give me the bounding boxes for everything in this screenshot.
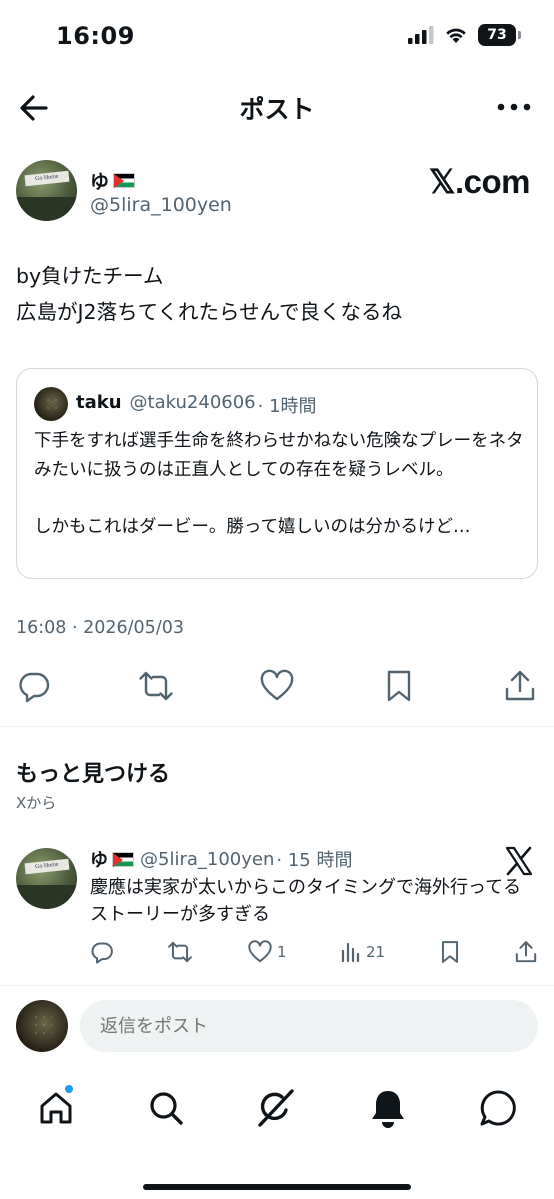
- tab-messages[interactable]: [476, 1086, 520, 1130]
- reply-button[interactable]: [16, 668, 52, 704]
- reply-button[interactable]: [90, 938, 114, 966]
- palestine-flag-icon: [113, 173, 136, 188]
- post-actions: [16, 664, 538, 708]
- page-title: ポスト: [239, 95, 315, 124]
- tab-notifications[interactable]: [366, 1086, 410, 1130]
- post-text: by負けたチーム 広島がJ2落ちてくれたらせんで良くなるね: [16, 258, 538, 330]
- recommended-post[interactable]: Go Home ゆ @5lira_100yen · 15 時間 慶應は実家が太い…: [16, 842, 538, 972]
- repost-icon: [168, 941, 193, 963]
- avatar[interactable]: Go Home: [16, 848, 77, 909]
- share-button[interactable]: [514, 938, 538, 966]
- repost-button[interactable]: [138, 668, 174, 704]
- discover-subtitle: Xから: [16, 794, 57, 812]
- recommended-actions: 1 21: [90, 938, 538, 966]
- recommended-text: 慶應は実家が太いからこのタイミングで海外行ってるストーリーが多すぎる: [90, 877, 522, 925]
- notification-dot: [64, 1084, 74, 1094]
- quote-text: 下手をすれば選手生命を終わらせかねない危険なプレーをネタみたいに扱うのは正直人と…: [34, 431, 524, 537]
- grok-icon: [258, 1089, 294, 1127]
- views-count: 21: [365, 943, 386, 961]
- avatar-banner-graphic: Go Home: [24, 859, 69, 875]
- status-icons: 73: [408, 24, 521, 46]
- messages-icon: [480, 1090, 516, 1126]
- tab-grok[interactable]: [254, 1086, 298, 1130]
- recommended-meta: ゆ @5lira_100yen · 15 時間: [90, 846, 352, 872]
- repost-icon: [138, 671, 173, 701]
- recommended-author-name: ゆ: [90, 846, 134, 872]
- header: ポスト: [0, 80, 554, 134]
- bookmark-icon: [441, 941, 458, 963]
- palestine-flag-icon: [112, 851, 134, 867]
- post-text-line: 広島がJ2落ちてくれたらせんで良くなるね: [16, 300, 403, 324]
- status-bar: 16:09 73: [0, 0, 554, 72]
- quote-time: · 1時間: [257, 396, 317, 417]
- avatar-banner-graphic: Go Home: [24, 171, 69, 187]
- like-icon: [248, 940, 272, 963]
- recommended-time: · 15 時間: [276, 850, 353, 871]
- quote-author-handle: @taku240606: [129, 392, 256, 413]
- post-timestamp: 16:08 · 2026/05/03: [16, 618, 184, 638]
- reply-input[interactable]: [80, 1000, 538, 1052]
- signal-icon: [408, 26, 434, 44]
- share-button[interactable]: [502, 668, 538, 704]
- battery-icon: 73: [478, 24, 521, 46]
- recommended-author-handle: @5lira_100yen: [140, 848, 275, 870]
- quote-avatar: [34, 387, 68, 421]
- avatar[interactable]: Go Home: [16, 160, 77, 221]
- reply-icon: [19, 672, 50, 703]
- repost-button[interactable]: [167, 938, 193, 966]
- bookmark-button[interactable]: [381, 668, 417, 704]
- share-icon: [515, 941, 537, 963]
- wifi-icon: [446, 28, 466, 43]
- my-avatar[interactable]: [16, 1000, 68, 1052]
- tab-search[interactable]: [144, 1086, 188, 1130]
- home-indicator: [143, 1184, 411, 1190]
- x-com-watermark: 𝕏.com: [428, 163, 531, 200]
- divider: [0, 726, 554, 727]
- home-icon: [40, 1092, 72, 1124]
- search-icon: [150, 1092, 183, 1125]
- like-icon: [260, 669, 294, 701]
- post-text-line: by負けたチーム: [16, 264, 164, 288]
- more-icon[interactable]: [496, 92, 532, 122]
- reply-icon: [91, 942, 113, 964]
- bookmark-icon: [387, 670, 410, 702]
- tab-bar: [0, 1080, 554, 1140]
- reply-bar: [16, 998, 538, 1054]
- quote-meta: taku @taku240606 · 1時間: [76, 392, 317, 418]
- discover-title: もっと見つける: [16, 762, 171, 787]
- author-handle[interactable]: @5lira_100yen: [90, 194, 232, 216]
- views-icon: [341, 942, 360, 963]
- x-logo-icon: [505, 846, 533, 876]
- quoted-post[interactable]: taku @taku240606 · 1時間 下手をすれば選手生命を終わらせかね…: [16, 368, 538, 579]
- like-button[interactable]: [259, 668, 295, 704]
- views-button[interactable]: 21: [340, 938, 385, 966]
- divider: [0, 985, 554, 986]
- tab-home[interactable]: [34, 1084, 78, 1130]
- bookmark-button[interactable]: [439, 938, 461, 966]
- notifications-icon: [372, 1091, 404, 1128]
- like-button[interactable]: 1: [247, 938, 287, 966]
- author-name[interactable]: ゆ: [90, 167, 136, 194]
- share-icon: [505, 670, 535, 701]
- quote-author-name: taku: [76, 392, 122, 413]
- status-time: 16:09: [56, 22, 135, 50]
- like-count: 1: [276, 943, 287, 961]
